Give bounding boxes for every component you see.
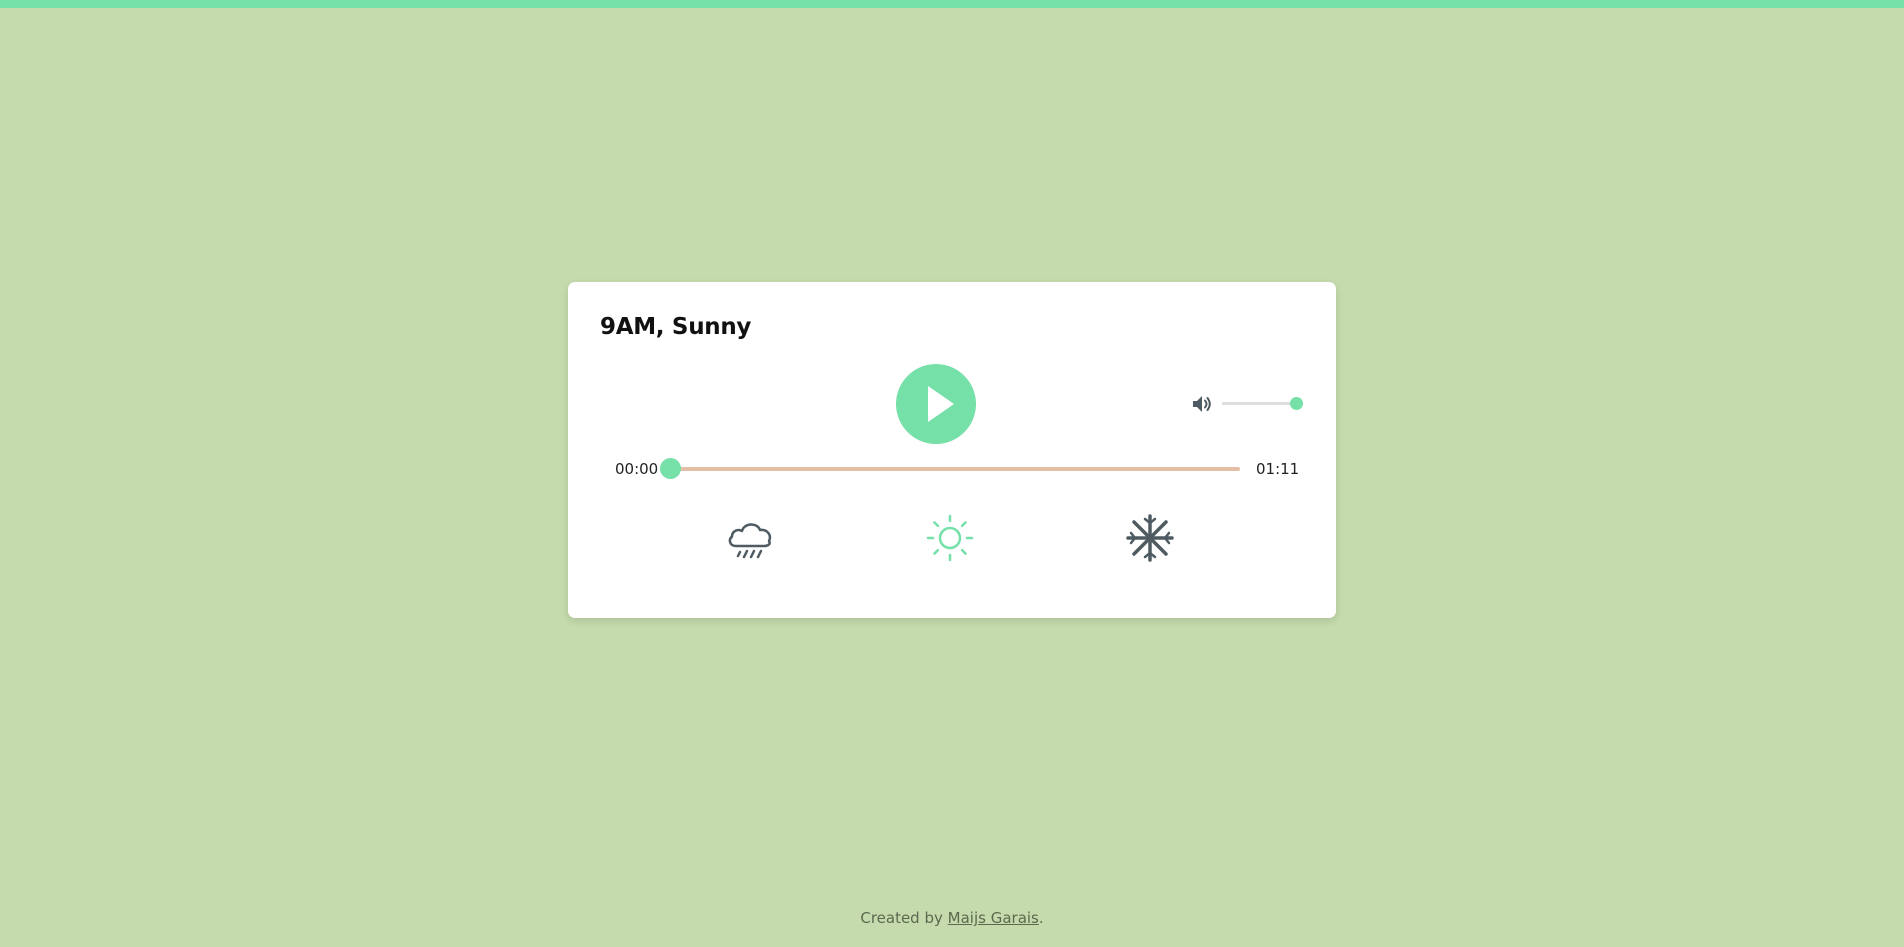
volume-icon[interactable] <box>1190 392 1214 416</box>
player-card: 9AM, Sunny 00:00 01:11 <box>568 282 1336 618</box>
track-title: 9AM, Sunny <box>600 314 752 340</box>
sun-button[interactable] <box>924 512 976 564</box>
total-time: 01:11 <box>1256 460 1300 478</box>
volume-knob[interactable] <box>1290 397 1303 410</box>
current-time: 00:00 <box>615 460 659 478</box>
top-accent-bar <box>0 0 1904 8</box>
play-button[interactable] <box>896 364 976 444</box>
cloud-rain-icon <box>728 523 772 559</box>
volume-fill <box>1222 402 1296 405</box>
progress-knob[interactable] <box>660 458 681 479</box>
snow-button[interactable] <box>1124 512 1176 564</box>
volume-slider[interactable] <box>1222 397 1303 410</box>
progress-bar[interactable] <box>660 458 1240 479</box>
footer: Created by Maijs Garais. <box>0 909 1904 927</box>
footer-prefix: Created by <box>860 909 943 927</box>
sun-icon <box>926 514 974 562</box>
snowflake-icon <box>1126 514 1174 562</box>
play-icon <box>928 386 954 422</box>
author-link[interactable]: Maijs Garais <box>948 909 1039 927</box>
footer-suffix: . <box>1038 909 1044 927</box>
rain-button[interactable] <box>724 512 776 564</box>
